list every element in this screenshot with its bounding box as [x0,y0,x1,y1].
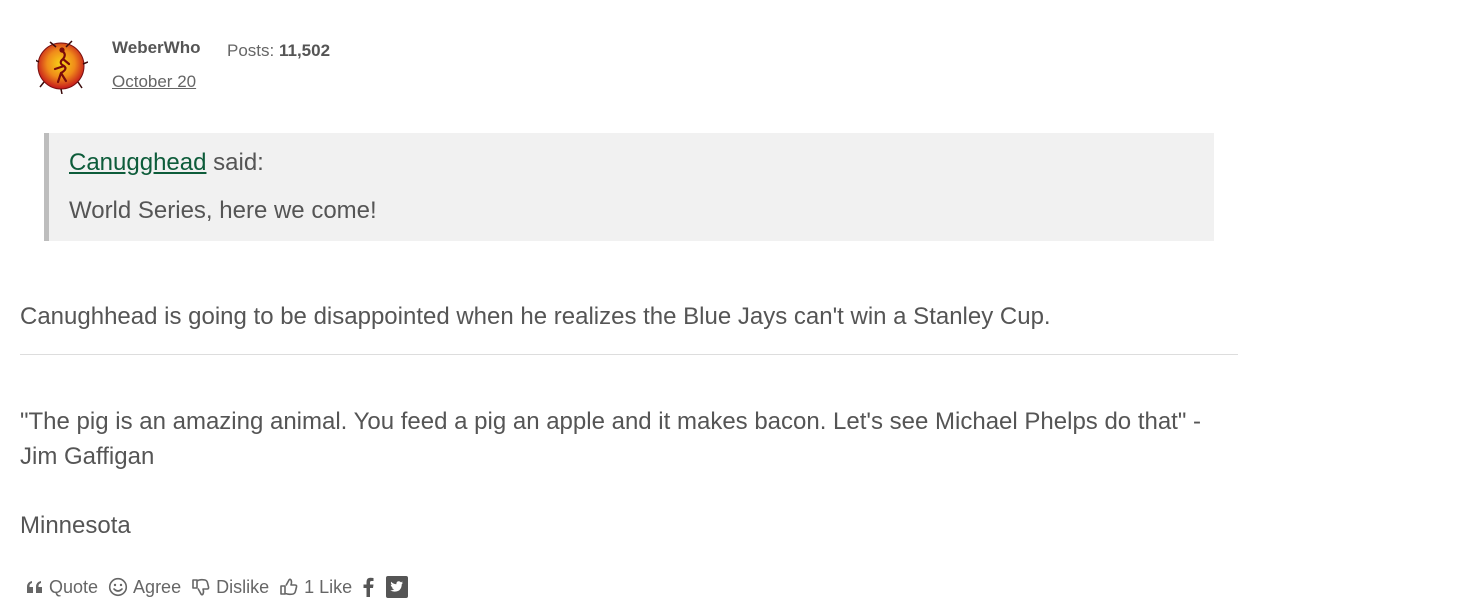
signature-location: Minnesota [20,512,131,539]
post-body: Canughhead is going to be disappointed w… [20,303,1051,330]
twitter-icon [386,576,409,598]
posts-count-value: 11,502 [278,41,331,60]
quote-label: Quote [49,576,99,597]
author-name[interactable]: WeberWho [112,38,200,58]
thumbs-down-icon [192,578,210,596]
signature-divider [20,354,1238,355]
quote-icon [27,581,42,593]
quote-button[interactable]: Quote [26,577,98,598]
posts-count: Posts: 11,502 [227,41,330,61]
like-label: Like [319,576,353,597]
dislike-label: Dislike [216,576,270,597]
quote-header: Canugghead said: [69,149,264,177]
agree-button[interactable]: Agree [108,577,181,598]
thumbs-up-icon [280,578,298,596]
post-actions: Quote Agree Dislike 1 Like [26,575,420,599]
signature-quote: "The pig is an amazing animal. You feed … [20,408,1202,470]
facebook-share-button[interactable] [362,577,374,597]
smile-icon [108,577,128,597]
quote-author-link[interactable]: Canugghead [69,149,206,176]
quote-text: World Series, here we come! [69,197,377,224]
avatar-icon [34,40,89,95]
quote-block: Canugghead said: World Series, here we c… [44,133,1214,241]
quote-said-label: said: [213,149,264,176]
dislike-button[interactable]: Dislike [191,577,269,598]
post-date-link[interactable]: October 20 [112,72,196,92]
avatar[interactable] [34,38,89,95]
agree-label: Agree [133,576,182,597]
like-button[interactable]: 1 Like [279,577,352,598]
like-count: 1 [304,576,315,597]
posts-label: Posts: [227,41,275,60]
forum-post: WeberWho Posts: 11,502 October 20 Canugg… [0,0,1469,603]
facebook-icon [363,577,374,597]
twitter-share-button[interactable] [386,576,409,598]
